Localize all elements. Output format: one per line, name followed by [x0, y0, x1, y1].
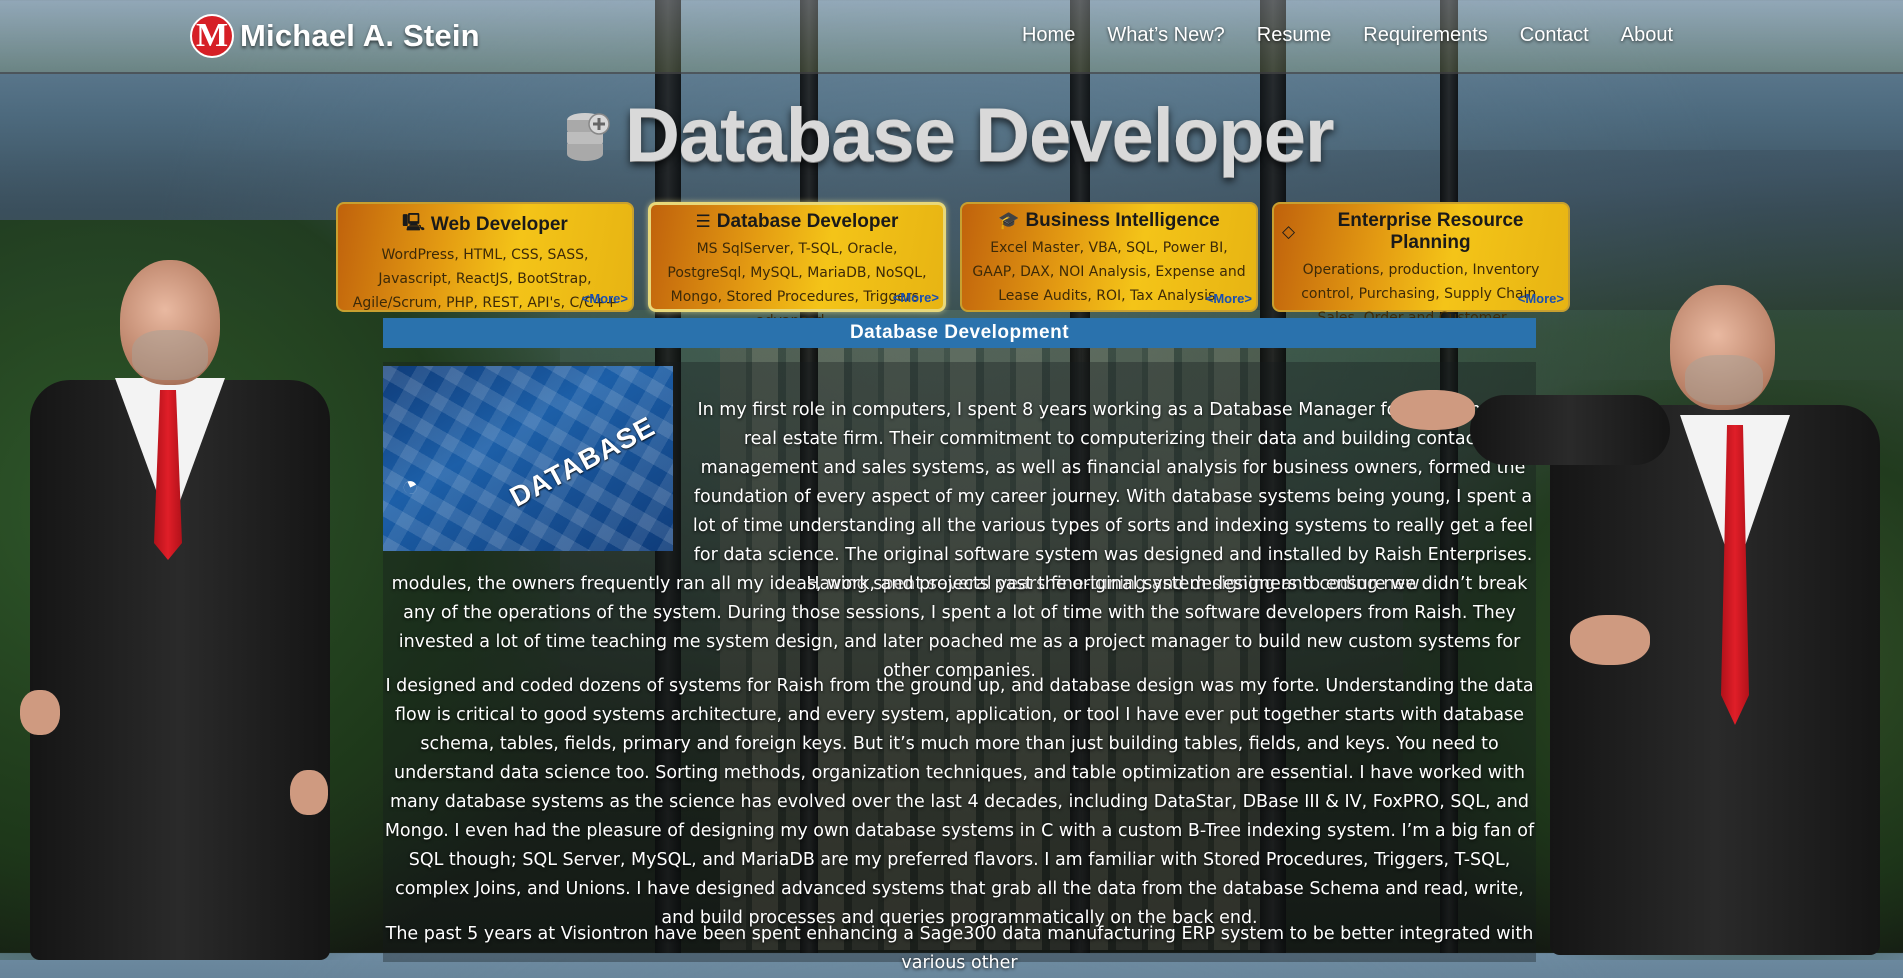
main-nav: Home What’s New? Resume Requirements Con…: [1022, 24, 1673, 47]
logo-m-icon: M: [190, 14, 234, 58]
card-title-text: Business Intelligence: [1025, 210, 1220, 231]
card-business-intelligence[interactable]: 🎓 Business Intelligence Excel Master, VB…: [960, 202, 1258, 312]
more-link[interactable]: <More>: [1206, 291, 1252, 306]
site-header: M Michael A. Stein Home What’s New? Resu…: [0, 0, 1903, 74]
open-hand: [1570, 615, 1650, 665]
paragraph: The past 5 years at Visiontron have been…: [385, 924, 1534, 973]
arm: [1470, 395, 1670, 465]
hand: [20, 690, 60, 735]
nav-requirements[interactable]: Requirements: [1363, 24, 1488, 47]
nav-contact[interactable]: Contact: [1520, 24, 1589, 47]
card-title-text: Database Developer: [716, 211, 899, 232]
paragraph: modules, the owners frequently ran all m…: [391, 574, 1528, 681]
database-plus-icon: [567, 112, 610, 161]
more-link[interactable]: <More>: [893, 290, 939, 305]
monitor-icon: 🖳: [402, 213, 425, 232]
graduation-cap-icon: 🎓: [998, 211, 1020, 230]
site-logo[interactable]: M Michael A. Stein: [190, 14, 480, 58]
nav-about[interactable]: About: [1621, 24, 1673, 47]
more-link[interactable]: <More>: [582, 291, 628, 306]
nav-home[interactable]: Home: [1022, 24, 1075, 47]
database-image: ◔ DATABASE: [383, 366, 673, 551]
beard: [1685, 355, 1763, 405]
card-web-developer[interactable]: 🖳 Web Developer WordPress, HTML, CSS, SA…: [336, 202, 634, 335]
card-title: ◇ Enterprise Resource Planning: [1282, 210, 1560, 254]
database-icon: ☰: [695, 212, 711, 231]
card-title-text: Enterprise Resource Planning: [1337, 210, 1524, 253]
brand-name: Michael A. Stein: [240, 18, 480, 53]
diamond-icon: ◇: [1282, 222, 1296, 241]
skill-cards: 🖳 Web Developer WordPress, HTML, CSS, SA…: [336, 202, 1570, 335]
card-database-developer[interactable]: ☰ Database Developer MS SqlServer, T-SQL…: [648, 202, 946, 329]
person-left: [10, 260, 340, 960]
person-right: [1390, 285, 1903, 955]
hand: [290, 770, 328, 815]
pointing-hand: [1390, 390, 1475, 430]
section-title: Database Development: [383, 318, 1536, 348]
hero-title-block: Database Developer: [565, 92, 1335, 179]
card-title: ☰ Database Developer: [659, 211, 935, 233]
card-title: 🖳 Web Developer: [346, 210, 624, 239]
card-title-text: Web Developer: [430, 213, 568, 235]
card-title: 🎓 Business Intelligence: [970, 210, 1248, 232]
paragraph: I designed and coded dozens of systems f…: [384, 676, 1535, 928]
beard: [132, 330, 208, 380]
page-title: Database Developer: [625, 93, 1335, 178]
tile-pattern: [383, 366, 673, 551]
nav-resume[interactable]: Resume: [1257, 24, 1331, 47]
nav-whats-new[interactable]: What’s New?: [1107, 24, 1224, 47]
